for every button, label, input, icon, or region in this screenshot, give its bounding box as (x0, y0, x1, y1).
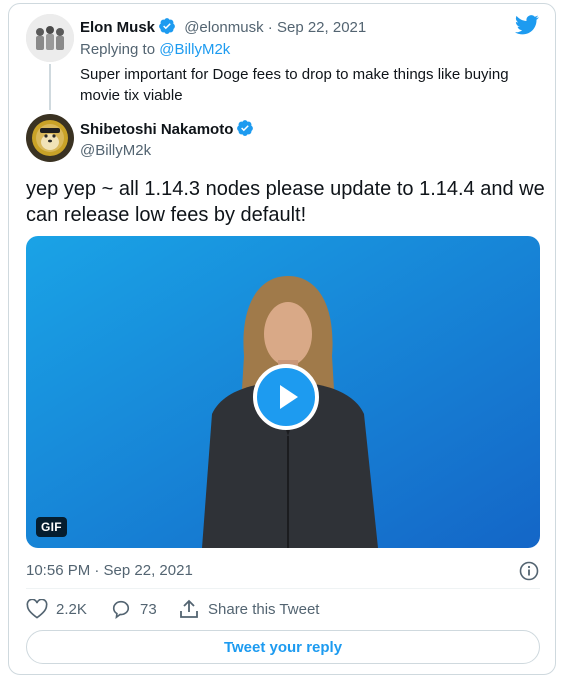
gif-media[interactable]: GIF (26, 236, 540, 548)
replying-to-handle[interactable]: @BillyM2k (159, 41, 230, 58)
quoted-date[interactable]: Sep 22, 2021 (277, 19, 366, 36)
main-author-name[interactable]: Shibetoshi Nakamoto (80, 121, 233, 138)
quoted-tweet-header: Elon Musk @elonmusk · Sep 22, 2021 (80, 17, 366, 41)
main-author-handle[interactable]: @BillyM2k (80, 141, 151, 161)
share-action[interactable]: Share this Tweet (178, 597, 319, 621)
play-button[interactable] (253, 364, 319, 430)
like-count: 2.2K (56, 600, 87, 618)
dot-separator: · (267, 19, 273, 36)
reply-count: 73 (140, 600, 157, 618)
main-author-row: Shibetoshi Nakamoto (80, 119, 254, 143)
main-tweet-text: yep yep ~ all 1.14.3 nodes please update… (26, 178, 545, 226)
info-icon[interactable] (519, 561, 539, 586)
replying-to-prefix: Replying to (80, 41, 156, 58)
avatar[interactable] (26, 114, 74, 162)
quoted-author-handle[interactable]: @elonmusk (184, 19, 263, 36)
twitter-bird-icon[interactable] (515, 15, 539, 40)
reply-icon (112, 600, 130, 619)
like-action[interactable]: 2.2K (26, 597, 87, 621)
replying-to-line: Replying to @BillyM2k (80, 40, 230, 60)
share-label: Share this Tweet (208, 600, 320, 618)
quoted-tweet-text: Super important for Doge fees to drop to… (80, 66, 509, 104)
divider (26, 588, 540, 589)
verified-badge-icon (236, 119, 254, 143)
verified-badge-icon (158, 17, 176, 41)
reply-action[interactable]: 73 (110, 597, 157, 621)
quoted-author-name[interactable]: Elon Musk (80, 19, 155, 36)
play-icon (280, 385, 298, 409)
tweet-timestamp[interactable]: 10:56 PM · Sep 22, 2021 (26, 561, 193, 581)
tweet-your-reply-button[interactable]: Tweet your reply (26, 630, 540, 664)
avatar[interactable] (26, 14, 74, 62)
gif-badge: GIF (36, 517, 67, 537)
share-icon (180, 599, 198, 618)
thread-connector-line (49, 64, 51, 110)
heart-icon (26, 599, 48, 619)
